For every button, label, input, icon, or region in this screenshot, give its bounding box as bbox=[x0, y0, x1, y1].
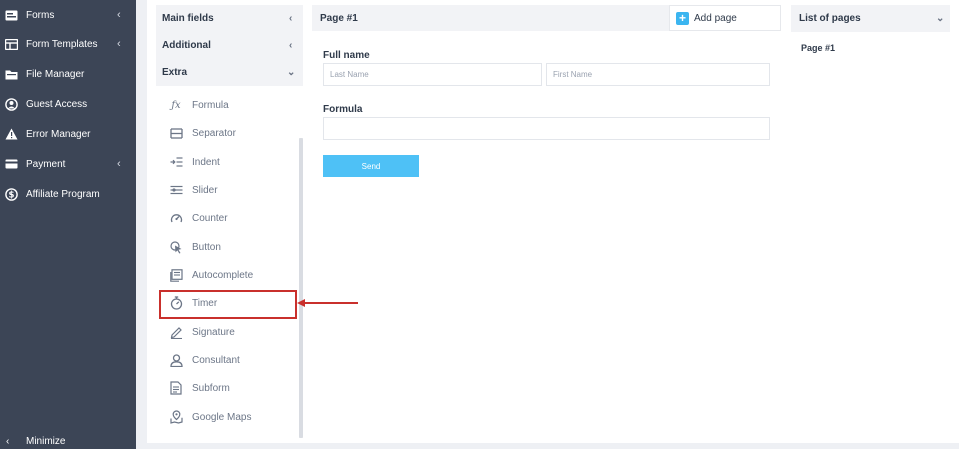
dollar-icon: $ bbox=[4, 187, 18, 201]
counter-icon bbox=[169, 211, 183, 225]
forms-icon bbox=[4, 8, 18, 22]
group-label: Main fields bbox=[162, 13, 214, 24]
nav-item-error-manager[interactable]: Error Manager bbox=[0, 119, 136, 149]
full-name-label: Full name bbox=[323, 50, 370, 61]
field-item-label: Counter bbox=[192, 212, 228, 224]
formula-label: Formula bbox=[323, 104, 363, 115]
field-item-label: Google Maps bbox=[192, 411, 252, 423]
chevron-left-icon: ‹ bbox=[289, 40, 293, 51]
field-item-autocomplete[interactable]: Autocomplete bbox=[168, 264, 292, 286]
svg-text:$: $ bbox=[8, 190, 14, 200]
field-item-label: Formula bbox=[192, 99, 229, 111]
field-item-label: Button bbox=[192, 241, 221, 253]
field-item-subform[interactable]: Subform bbox=[168, 377, 292, 399]
fields-scrollbar-thumb[interactable] bbox=[299, 138, 303, 438]
autocomplete-icon bbox=[169, 268, 183, 282]
field-item-label: Separator bbox=[192, 127, 236, 139]
nav-item-label: Forms bbox=[26, 9, 55, 21]
add-page-button[interactable]: + Add page bbox=[669, 5, 781, 31]
minimize-button[interactable]: ‹ Minimize bbox=[0, 432, 136, 449]
group-label: Extra bbox=[162, 67, 188, 78]
annotation-arrow-head bbox=[297, 299, 305, 307]
group-additional[interactable]: Additional ‹ bbox=[156, 32, 303, 59]
last-name-input[interactable] bbox=[323, 63, 542, 86]
field-item-button[interactable]: Button bbox=[168, 236, 292, 258]
field-item-signature[interactable]: Signature bbox=[168, 321, 292, 343]
field-item-consultant[interactable]: Consultant bbox=[168, 349, 292, 371]
plus-icon: + bbox=[676, 12, 689, 25]
nav-item-label: Form Templates bbox=[26, 38, 98, 50]
main-sidebar: Forms ‹ Form Templates ‹ File Manager Gu… bbox=[0, 0, 136, 449]
field-item-label: Subform bbox=[192, 382, 230, 394]
form-templates-icon bbox=[4, 37, 18, 51]
nav-item-label: Error Manager bbox=[26, 128, 91, 140]
field-item-indent[interactable]: Indent bbox=[168, 151, 292, 173]
field-item-label: Autocomplete bbox=[192, 269, 254, 281]
subform-icon bbox=[169, 381, 183, 395]
formula-icon: ƒx bbox=[171, 99, 181, 111]
nav-item-label: File Manager bbox=[26, 68, 85, 80]
indent-icon bbox=[169, 155, 183, 169]
nav-item-payment[interactable]: Payment ‹ bbox=[0, 149, 136, 179]
field-item-label: Slider bbox=[192, 184, 218, 196]
field-item-label: Signature bbox=[192, 326, 235, 338]
chevron-left-icon: ‹ bbox=[117, 9, 121, 21]
timer-highlight-box bbox=[159, 290, 297, 319]
add-page-label: Add page bbox=[694, 12, 737, 24]
field-item-counter[interactable]: Counter bbox=[168, 207, 292, 229]
map-icon bbox=[169, 410, 183, 424]
payment-card-icon bbox=[4, 157, 18, 171]
group-label: Additional bbox=[162, 40, 211, 51]
signature-icon bbox=[169, 325, 183, 339]
separator-icon bbox=[169, 126, 183, 140]
chevron-left-icon: ‹ bbox=[117, 38, 121, 50]
slider-icon bbox=[169, 183, 183, 197]
first-name-input[interactable] bbox=[546, 63, 770, 86]
tab-page-1[interactable]: Page #1 bbox=[320, 5, 358, 31]
formula-input[interactable] bbox=[323, 117, 770, 140]
user-circle-icon bbox=[4, 97, 18, 111]
nav-item-label: Guest Access bbox=[26, 98, 88, 110]
chevron-down-icon: ⌄ bbox=[936, 13, 945, 24]
nav-item-label: Affiliate Program bbox=[26, 188, 100, 200]
file-manager-icon bbox=[4, 67, 18, 81]
group-extra[interactable]: Extra ⌄ bbox=[156, 59, 303, 86]
fields-scrollbar[interactable] bbox=[299, 138, 303, 438]
chevron-left-icon: ‹ bbox=[6, 435, 10, 447]
page-tabs-bar: Page #1 + Add page bbox=[312, 5, 781, 31]
button-pointer-icon bbox=[169, 240, 183, 254]
nav-item-file-manager[interactable]: File Manager bbox=[0, 59, 136, 89]
nav-item-label: Payment bbox=[26, 158, 66, 170]
group-main-fields[interactable]: Main fields ‹ bbox=[156, 5, 303, 32]
annotation-arrow-line bbox=[304, 302, 358, 304]
chevron-left-icon: ‹ bbox=[289, 13, 293, 24]
consultant-icon bbox=[169, 353, 183, 367]
list-of-pages-title: List of pages bbox=[799, 13, 861, 24]
nav-item-form-templates[interactable]: Form Templates ‹ bbox=[0, 29, 136, 59]
warning-icon bbox=[4, 127, 18, 141]
field-item-slider[interactable]: Slider bbox=[168, 179, 292, 201]
field-item-separator[interactable]: Separator bbox=[168, 122, 292, 144]
field-item-label: Indent bbox=[192, 156, 220, 168]
fields-panel: Main fields ‹ Additional ‹ Extra ⌄ ƒx Fo… bbox=[156, 0, 303, 440]
send-button[interactable]: Send bbox=[323, 155, 419, 177]
chevron-down-icon: ⌄ bbox=[287, 67, 296, 78]
chevron-left-icon: ‹ bbox=[117, 158, 121, 170]
list-of-pages-header[interactable]: List of pages ⌄ bbox=[791, 5, 950, 32]
nav-item-guest-access[interactable]: Guest Access bbox=[0, 89, 136, 119]
minimize-label: Minimize bbox=[26, 435, 66, 447]
field-item-formula[interactable]: ƒx Formula bbox=[168, 94, 292, 116]
field-item-google-maps[interactable]: Google Maps bbox=[168, 406, 292, 428]
page-list-item[interactable]: Page #1 bbox=[801, 43, 835, 53]
field-item-label: Consultant bbox=[192, 354, 240, 366]
nav-item-forms[interactable]: Forms ‹ bbox=[0, 0, 136, 30]
nav-item-affiliate-program[interactable]: $ Affiliate Program bbox=[0, 179, 136, 209]
